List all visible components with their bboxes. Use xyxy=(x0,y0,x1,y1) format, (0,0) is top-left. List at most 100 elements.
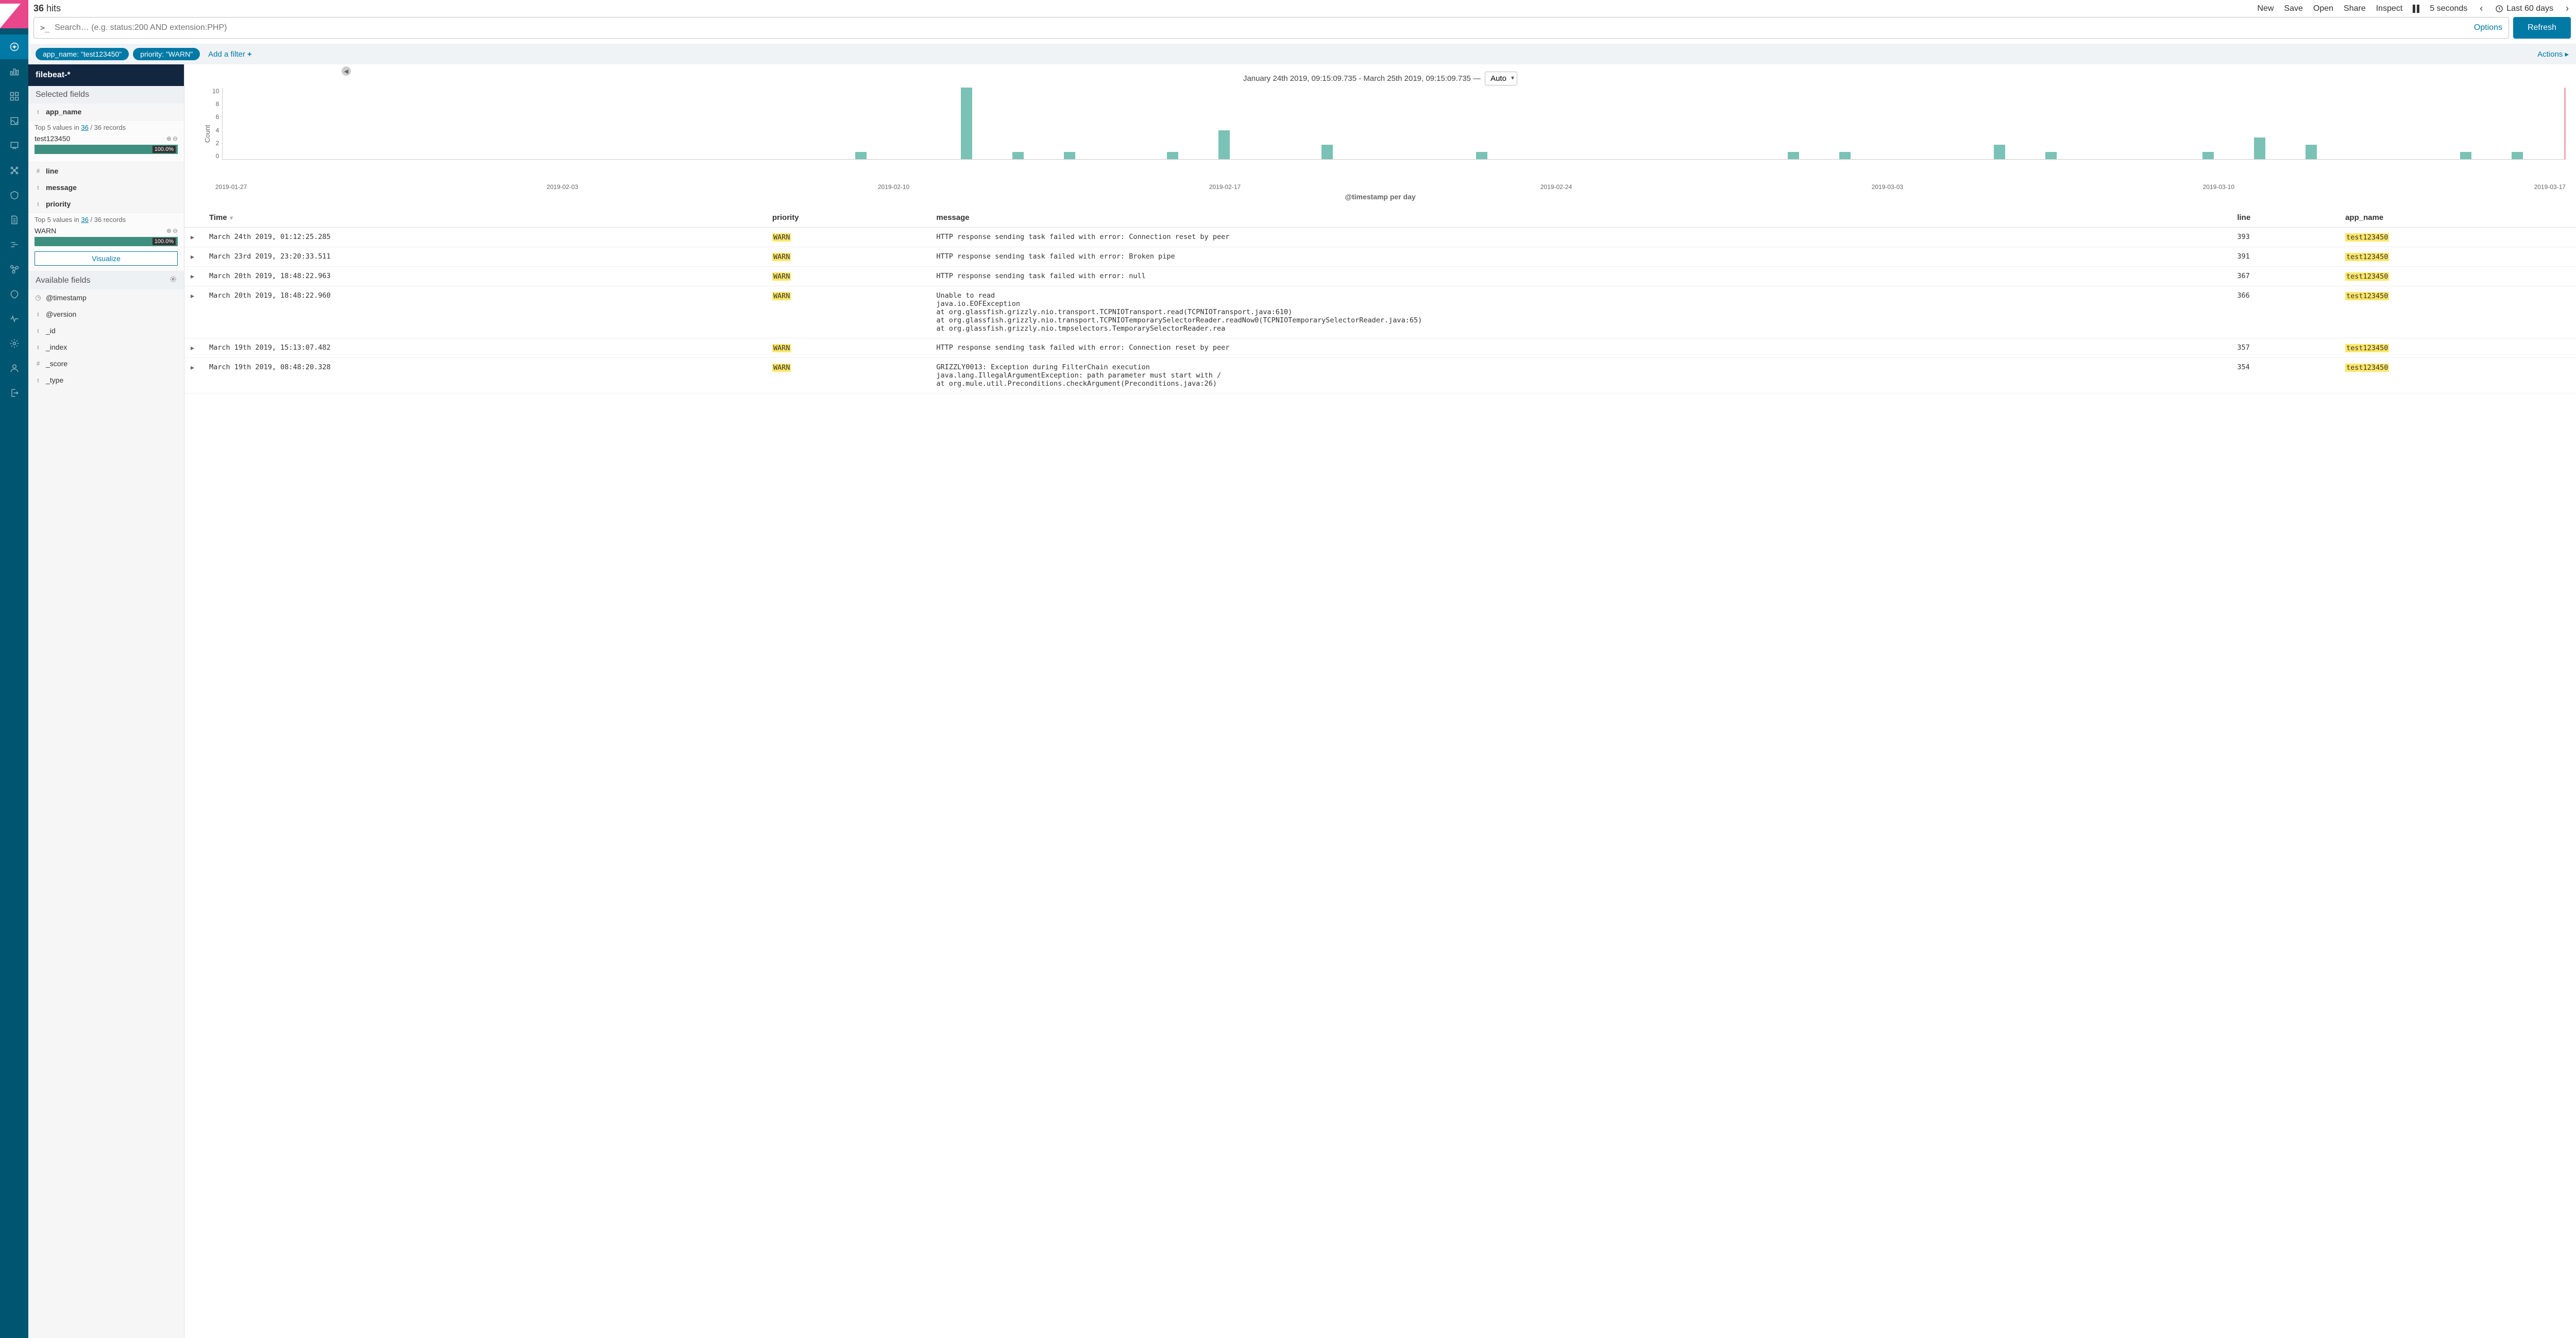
col-priority[interactable]: priority xyxy=(766,208,930,228)
expand-row-icon[interactable]: ▸ xyxy=(184,358,203,393)
field-type-icon: # xyxy=(35,167,42,175)
refresh-button[interactable]: Refresh xyxy=(2513,17,2571,39)
share-button[interactable]: Share xyxy=(2344,4,2366,13)
expand-row-icon[interactable]: ▸ xyxy=(184,286,203,338)
field-item[interactable]: t_type xyxy=(28,372,184,388)
field-item[interactable]: tmessage xyxy=(28,179,184,196)
field-item[interactable]: ◷@timestamp xyxy=(28,289,184,306)
filter-bar: app_name: "test123450" priority: "WARN" … xyxy=(28,44,2576,64)
expand-row-icon[interactable]: ▸ xyxy=(184,267,203,286)
nav-infra[interactable] xyxy=(0,183,28,208)
histogram-bar[interactable] xyxy=(2306,145,2317,159)
zoom-out-icon[interactable]: ⊖ xyxy=(173,227,178,234)
pause-icon[interactable] xyxy=(2413,5,2419,13)
histogram-bar[interactable] xyxy=(1064,152,1075,159)
time-range-picker[interactable]: Last 60 days xyxy=(2495,4,2553,13)
expand-row-icon[interactable]: ▸ xyxy=(184,228,203,247)
zoom-in-icon[interactable]: ⊕ xyxy=(166,135,172,142)
expand-row-icon[interactable]: ▸ xyxy=(184,247,203,267)
histogram-bar[interactable] xyxy=(2045,152,2057,159)
col-message[interactable]: message xyxy=(930,208,2231,228)
filter-pill[interactable]: app_name: "test123450" xyxy=(36,48,129,60)
histogram-bar[interactable] xyxy=(1476,152,1487,159)
nav-visualize[interactable] xyxy=(0,59,28,84)
nav-devtools[interactable] xyxy=(0,282,28,306)
cell-time: March 20th 2019, 18:48:22.963 xyxy=(203,267,766,286)
zoom-out-icon[interactable]: ⊖ xyxy=(173,135,178,142)
field-item[interactable]: #line xyxy=(28,163,184,179)
search-box[interactable]: >_ Options xyxy=(33,17,2509,39)
col-time[interactable]: Time▼ xyxy=(203,208,766,228)
histogram-bar[interactable] xyxy=(2254,138,2265,159)
histogram-bar[interactable] xyxy=(1218,130,1230,159)
field-value: test123450 xyxy=(35,134,70,143)
gear-icon[interactable] xyxy=(170,276,177,285)
nav-monitoring[interactable] xyxy=(0,306,28,331)
clock-icon xyxy=(2495,5,2503,13)
col-app-name[interactable]: app_name xyxy=(2339,208,2576,228)
cell-priority: WARN xyxy=(766,286,930,338)
nav-user[interactable] xyxy=(0,356,28,381)
histogram-chart[interactable]: Count 1086420 xyxy=(184,88,2576,180)
field-item[interactable]: t_index xyxy=(28,339,184,355)
field-item[interactable]: tpriority xyxy=(28,196,184,212)
search-input[interactable] xyxy=(55,23,2469,32)
histogram-bar[interactable] xyxy=(1167,152,1178,159)
histogram-bar[interactable] xyxy=(1321,145,1333,159)
histogram-bar[interactable] xyxy=(1012,152,1024,159)
zoom-in-icon[interactable]: ⊕ xyxy=(166,227,172,234)
inspect-button[interactable]: Inspect xyxy=(2376,4,2403,13)
open-button[interactable]: Open xyxy=(2313,4,2333,13)
field-type-icon: t xyxy=(35,183,42,192)
nav-graph[interactable] xyxy=(0,257,28,282)
visualize-button[interactable]: Visualize xyxy=(35,251,178,266)
field-item[interactable]: #_score xyxy=(28,355,184,372)
time-range-text: January 24th 2019, 09:15:09.735 - March … xyxy=(1243,74,1481,83)
nav-ml[interactable] xyxy=(0,158,28,183)
histogram-bar[interactable] xyxy=(1994,145,2005,159)
time-next-icon[interactable]: › xyxy=(2564,3,2571,14)
nav-logout[interactable] xyxy=(0,381,28,405)
save-button[interactable]: Save xyxy=(2284,4,2302,13)
nav-apm[interactable] xyxy=(0,232,28,257)
nav-logs[interactable] xyxy=(0,208,28,232)
field-type-icon: t xyxy=(35,200,42,208)
histogram-bar[interactable] xyxy=(855,152,867,159)
histogram-bar[interactable] xyxy=(1788,152,1799,159)
nav-management[interactable] xyxy=(0,331,28,356)
nav-dashboard[interactable] xyxy=(0,84,28,109)
col-line[interactable]: line xyxy=(2231,208,2339,228)
x-tick: 2019-02-10 xyxy=(878,183,909,191)
search-options[interactable]: Options xyxy=(2474,23,2502,32)
interval-select[interactable]: Auto xyxy=(1485,72,1517,85)
collapse-sidebar-icon[interactable]: ◀ xyxy=(342,66,351,76)
kibana-logo[interactable] xyxy=(0,0,28,28)
nav-timelion[interactable] xyxy=(0,109,28,133)
filter-actions[interactable]: Actions ▸ xyxy=(2537,49,2569,59)
table-row: ▸ March 20th 2019, 18:48:22.963 WARN HTT… xyxy=(184,267,2576,286)
new-button[interactable]: New xyxy=(2257,4,2274,13)
cell-priority: WARN xyxy=(766,247,930,267)
x-tick: 2019-03-17 xyxy=(2534,183,2566,191)
field-type-icon: t xyxy=(35,376,42,384)
y-tick: 6 xyxy=(216,113,219,121)
add-filter-button[interactable]: Add a filter + xyxy=(208,50,252,59)
histogram-bar[interactable] xyxy=(2202,152,2214,159)
index-pattern-selector[interactable]: filebeat-* xyxy=(28,64,184,86)
y-tick: 10 xyxy=(212,88,219,95)
filter-pill[interactable]: priority: "WARN" xyxy=(133,48,200,60)
refresh-interval[interactable]: 5 seconds xyxy=(2430,4,2467,13)
histogram-bar[interactable] xyxy=(2512,152,2523,159)
time-prev-icon[interactable]: ‹ xyxy=(2478,3,2485,14)
nav-discover[interactable] xyxy=(0,35,28,59)
histogram-bar[interactable] xyxy=(2460,152,2471,159)
cell-message: GRIZZLY0013: Exception during FilterChai… xyxy=(930,358,2231,393)
field-item[interactable]: t_id xyxy=(28,322,184,339)
histogram-bar[interactable] xyxy=(961,88,972,159)
field-item[interactable]: t@version xyxy=(28,306,184,322)
histogram-bar[interactable] xyxy=(1839,152,1851,159)
field-item[interactable]: tapp_name xyxy=(28,104,184,120)
expand-row-icon[interactable]: ▸ xyxy=(184,338,203,358)
cell-time: March 20th 2019, 18:48:22.960 xyxy=(203,286,766,338)
nav-canvas[interactable] xyxy=(0,133,28,158)
